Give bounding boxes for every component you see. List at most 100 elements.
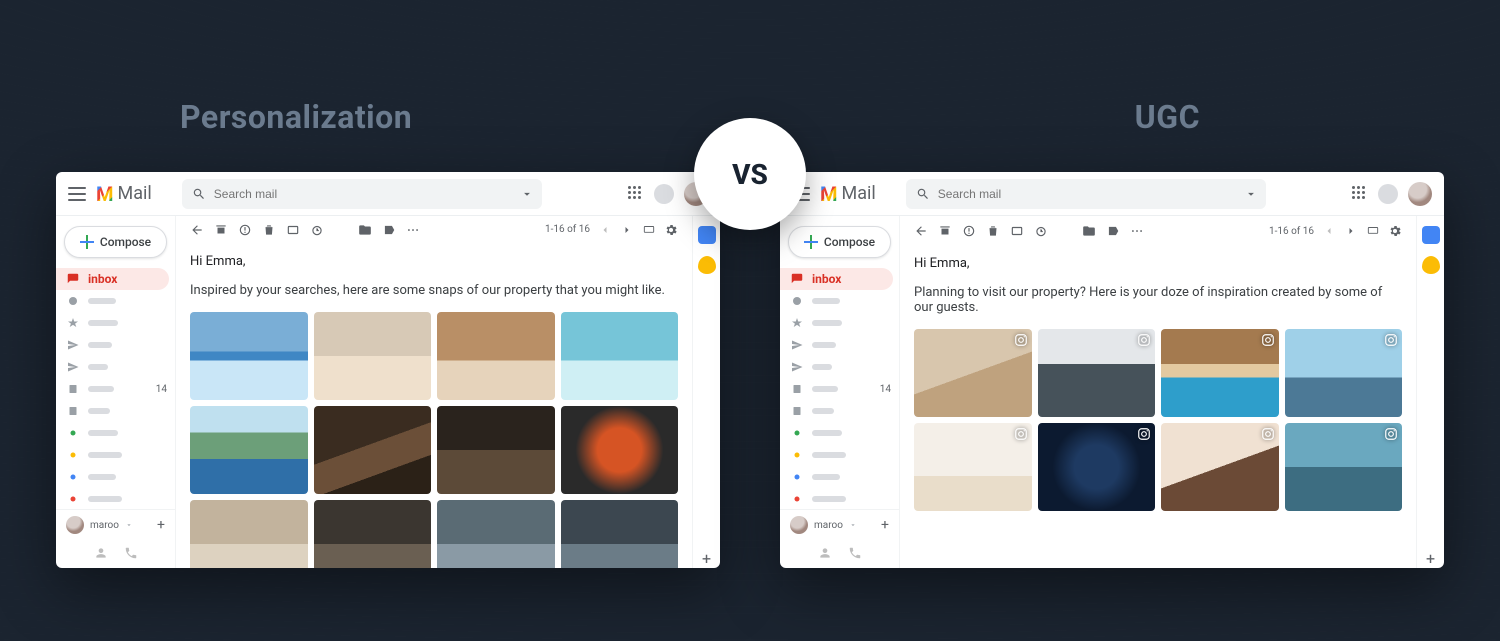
mail-logo[interactable]: M Mail [96, 182, 152, 206]
account-avatar[interactable] [1408, 182, 1432, 206]
ugc-image[interactable] [1038, 329, 1156, 417]
ugc-image[interactable] [1285, 423, 1403, 511]
sidebar-item[interactable] [780, 334, 899, 356]
ugc-image[interactable] [1161, 423, 1279, 511]
ugc-image[interactable] [1038, 423, 1156, 511]
next-icon[interactable] [1344, 224, 1358, 238]
move-icon[interactable] [358, 223, 372, 237]
star-icon [66, 316, 80, 330]
search-bar[interactable] [906, 179, 1266, 209]
input-tools-icon[interactable] [642, 223, 656, 237]
add-addon-icon[interactable]: + [1426, 549, 1435, 568]
delete-icon[interactable] [262, 223, 276, 237]
compose-button[interactable]: Compose [64, 226, 167, 258]
sidebar-item[interactable] [780, 466, 899, 488]
sidebar-item[interactable] [56, 422, 175, 444]
keep-addon-icon[interactable] [1422, 256, 1440, 274]
settings-icon[interactable] [1388, 224, 1402, 238]
sidebar-item[interactable] [56, 466, 175, 488]
property-image[interactable] [314, 406, 432, 494]
next-icon[interactable] [620, 223, 634, 237]
property-image[interactable] [561, 312, 679, 400]
sidebar-item[interactable] [780, 444, 899, 466]
add-contact-icon[interactable]: + [157, 517, 165, 533]
ugc-image[interactable] [914, 423, 1032, 511]
person-icon[interactable] [94, 546, 108, 560]
sidebar-item[interactable] [780, 488, 899, 509]
add-addon-icon[interactable]: + [702, 549, 711, 568]
back-icon[interactable] [914, 224, 928, 238]
sidebar-item[interactable] [56, 400, 175, 422]
calendar-addon-icon[interactable] [698, 226, 716, 244]
ugc-image[interactable] [1285, 329, 1403, 417]
sidebar-item-inbox[interactable]: inbox [56, 268, 169, 290]
label-icon[interactable] [382, 223, 396, 237]
sidebar-item[interactable]: 14 [780, 378, 899, 400]
sidebar-item[interactable] [56, 312, 175, 334]
property-image[interactable] [561, 406, 679, 494]
property-image[interactable] [437, 500, 555, 568]
search-input[interactable] [214, 187, 532, 201]
chevron-down-icon[interactable] [125, 521, 133, 529]
sidebar-item[interactable] [56, 290, 175, 312]
sidebar-item[interactable] [780, 400, 899, 422]
apps-grid-icon[interactable] [1352, 186, 1368, 202]
spam-icon[interactable] [238, 223, 252, 237]
property-image[interactable] [314, 500, 432, 568]
archive-icon[interactable] [938, 224, 952, 238]
property-image[interactable] [190, 312, 308, 400]
label-icon[interactable] [1106, 224, 1120, 238]
prev-icon[interactable] [598, 223, 612, 237]
search-bar[interactable] [182, 179, 542, 209]
unread-icon[interactable] [286, 223, 300, 237]
sidebar-item[interactable] [780, 290, 899, 312]
sidebar-item[interactable] [56, 356, 175, 378]
settings-icon[interactable] [664, 223, 678, 237]
chevron-down-icon[interactable] [1244, 187, 1258, 201]
chevron-down-icon[interactable] [520, 187, 534, 201]
sidebar-item[interactable] [780, 312, 899, 334]
archive-icon[interactable] [214, 223, 228, 237]
property-image[interactable] [437, 406, 555, 494]
chevron-down-icon[interactable] [849, 521, 857, 529]
ugc-image[interactable] [914, 329, 1032, 417]
more-icon[interactable] [1130, 224, 1144, 238]
hamburger-menu-icon[interactable] [68, 187, 86, 201]
unread-icon[interactable] [1010, 224, 1024, 238]
mail-logo[interactable]: M Mail [820, 182, 876, 206]
property-image[interactable] [561, 500, 679, 568]
property-image[interactable] [190, 406, 308, 494]
org-switch-icon[interactable] [654, 184, 674, 204]
phone-icon[interactable] [124, 546, 138, 560]
compose-button[interactable]: Compose [788, 226, 891, 258]
sidebar-item[interactable] [56, 488, 175, 509]
person-icon[interactable] [818, 546, 832, 560]
search-input[interactable] [938, 187, 1256, 201]
property-image[interactable] [190, 500, 308, 568]
email-text: Planning to visit our property? Here is … [914, 285, 1402, 315]
sidebar-item[interactable]: 14 [56, 378, 175, 400]
apps-grid-icon[interactable] [628, 186, 644, 202]
more-icon[interactable] [406, 223, 420, 237]
keep-addon-icon[interactable] [698, 256, 716, 274]
move-icon[interactable] [1082, 224, 1096, 238]
org-switch-icon[interactable] [1378, 184, 1398, 204]
sidebar-item[interactable] [780, 422, 899, 444]
delete-icon[interactable] [986, 224, 1000, 238]
sidebar-item-inbox[interactable]: inbox [780, 268, 893, 290]
spam-icon[interactable] [962, 224, 976, 238]
calendar-addon-icon[interactable] [1422, 226, 1440, 244]
sidebar-item[interactable] [56, 444, 175, 466]
phone-icon[interactable] [848, 546, 862, 560]
snooze-icon[interactable] [310, 223, 324, 237]
sidebar-item[interactable] [56, 334, 175, 356]
sidebar-item[interactable] [780, 356, 899, 378]
input-tools-icon[interactable] [1366, 224, 1380, 238]
prev-icon[interactable] [1322, 224, 1336, 238]
snooze-icon[interactable] [1034, 224, 1048, 238]
property-image[interactable] [314, 312, 432, 400]
ugc-image[interactable] [1161, 329, 1279, 417]
back-icon[interactable] [190, 223, 204, 237]
add-contact-icon[interactable]: + [881, 517, 889, 533]
property-image[interactable] [437, 312, 555, 400]
